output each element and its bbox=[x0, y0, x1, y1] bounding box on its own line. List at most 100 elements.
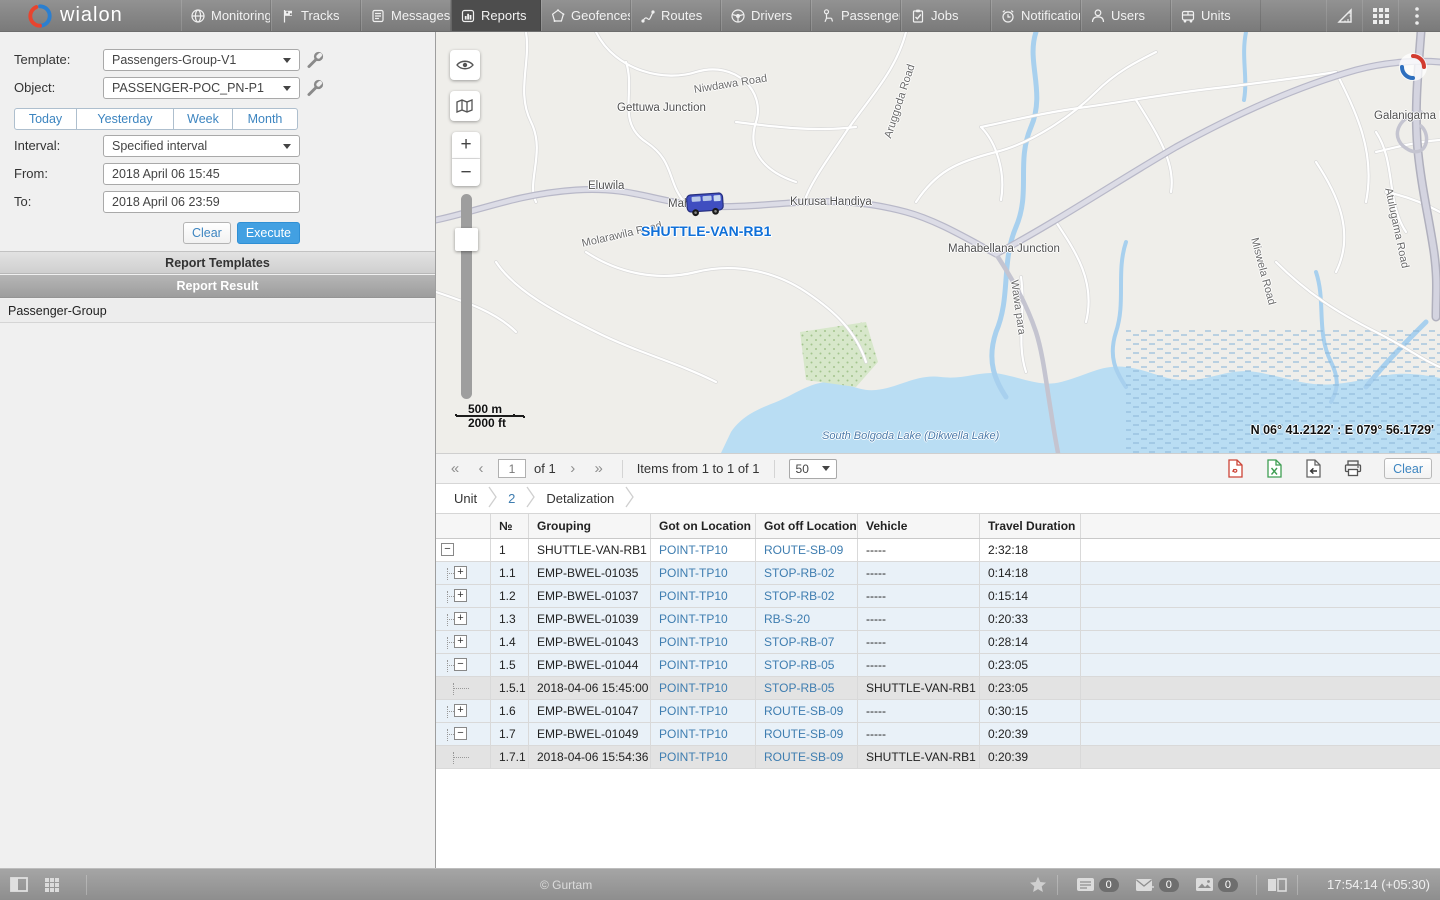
photo-badge: 0 bbox=[1218, 878, 1238, 892]
week-button[interactable]: Week bbox=[173, 108, 233, 130]
import-file-icon[interactable] bbox=[1305, 459, 1322, 478]
tab-geofences[interactable]: Geofences bbox=[541, 0, 631, 31]
expand-icon[interactable]: + bbox=[454, 612, 467, 625]
wialon-logo: wialon bbox=[0, 0, 181, 31]
expand-cell: − bbox=[436, 654, 491, 676]
measure-tool-icon[interactable] bbox=[1326, 0, 1362, 32]
apps-grid-icon[interactable] bbox=[1362, 0, 1398, 32]
columns-view-icon[interactable] bbox=[1267, 878, 1287, 892]
got-off-location-cell: STOP-RB-07 bbox=[756, 631, 858, 653]
breadcrumb-detalization[interactable]: Detalization bbox=[542, 491, 618, 506]
divider bbox=[1297, 875, 1298, 895]
notes-counter[interactable]: 0 bbox=[1076, 877, 1119, 892]
zoom-out-button[interactable]: − bbox=[452, 159, 480, 186]
to-date-input[interactable]: 2018 April 06 23:59 bbox=[103, 191, 300, 213]
clear-button[interactable]: Clear bbox=[183, 222, 231, 244]
collapse-icon[interactable]: − bbox=[454, 658, 467, 671]
month-button[interactable]: Month bbox=[232, 108, 298, 130]
toggle-panel-icon[interactable] bbox=[10, 877, 28, 892]
photo-counter[interactable]: 0 bbox=[1195, 877, 1238, 892]
chevron-down-icon bbox=[283, 144, 291, 149]
first-page-button[interactable]: « bbox=[446, 460, 464, 477]
grouping-cell: EMP-BWEL-01047 bbox=[529, 700, 651, 722]
map-layers-icon bbox=[456, 99, 474, 113]
mail-counter[interactable]: 0 bbox=[1135, 878, 1179, 892]
yesterday-button[interactable]: Yesterday bbox=[76, 108, 174, 130]
grouping-cell: EMP-BWEL-01035 bbox=[529, 562, 651, 584]
breadcrumb-2[interactable]: 2 bbox=[504, 491, 519, 506]
grouping-cell: SHUTTLE-VAN-RB1 bbox=[529, 539, 651, 561]
next-page-button[interactable]: › bbox=[564, 460, 582, 477]
travel-duration-cell: 0:20:33 bbox=[980, 608, 1081, 630]
expand-icon[interactable]: + bbox=[454, 704, 467, 717]
interval-select[interactable]: Specified interval bbox=[103, 135, 300, 157]
tab-monitoring[interactable]: Monitoring bbox=[181, 0, 271, 31]
export-pdf-icon[interactable] bbox=[1227, 459, 1244, 478]
expand-icon[interactable]: + bbox=[454, 589, 467, 602]
map-source-button[interactable] bbox=[450, 91, 480, 121]
map-area[interactable]: Gettuwa JunctionNiwdawa RoadAruggoda Roa… bbox=[436, 32, 1440, 453]
bottom-grid-icon[interactable] bbox=[44, 877, 60, 893]
tab-units[interactable]: Units bbox=[1171, 0, 1261, 31]
collapse-icon[interactable]: − bbox=[441, 543, 454, 556]
tab-passengers[interactable]: Passengers bbox=[811, 0, 901, 31]
report-result-item[interactable]: Passenger-Group bbox=[0, 299, 435, 323]
prev-page-button[interactable]: ‹ bbox=[472, 460, 490, 477]
report-templates-header[interactable]: Report Templates bbox=[0, 251, 435, 274]
grouping-cell: EMP-BWEL-01037 bbox=[529, 585, 651, 607]
expand-cell: + bbox=[436, 631, 491, 653]
report-result-header[interactable]: Report Result bbox=[0, 275, 435, 298]
tab-notifications[interactable]: Notifications bbox=[991, 0, 1081, 31]
zoom-slider-track[interactable] bbox=[461, 194, 472, 399]
last-page-button[interactable]: » bbox=[590, 460, 608, 477]
print-icon[interactable] bbox=[1344, 460, 1362, 477]
column-header-got-off-location: Got off Location bbox=[756, 514, 858, 538]
execute-button[interactable]: Execute bbox=[237, 222, 300, 244]
tab-drivers[interactable]: Drivers bbox=[721, 0, 811, 31]
tab-jobs[interactable]: Jobs bbox=[901, 0, 991, 31]
clock-label: 17:54:14 (+05:30) bbox=[1318, 877, 1430, 892]
page-number-input[interactable] bbox=[498, 459, 526, 478]
got-on-location-cell: POINT-TP10 bbox=[651, 654, 756, 676]
export-excel-icon[interactable] bbox=[1266, 459, 1283, 478]
tab-reports[interactable]: Reports bbox=[451, 0, 541, 31]
expand-icon[interactable]: + bbox=[454, 635, 467, 648]
unit-name-label: SHUTTLE-VAN-RB1 bbox=[641, 223, 771, 239]
tree-leaf-icon bbox=[453, 757, 469, 758]
travel-duration-cell: 0:20:39 bbox=[980, 723, 1081, 745]
divider bbox=[86, 875, 87, 895]
zoom-in-button[interactable]: + bbox=[452, 132, 480, 159]
vehicle-cell: ----- bbox=[858, 608, 980, 630]
got-on-location-cell: POINT-TP10 bbox=[651, 677, 756, 699]
template-settings-wrench-icon[interactable] bbox=[306, 51, 324, 69]
num-cell: 1.1 bbox=[491, 562, 529, 584]
clear-report-button[interactable]: Clear bbox=[1384, 458, 1432, 479]
more-menu-icon[interactable] bbox=[1398, 0, 1434, 32]
tab-messages[interactable]: Messages bbox=[361, 0, 451, 31]
tab-routes[interactable]: Routes bbox=[631, 0, 721, 31]
expand-icon[interactable]: + bbox=[454, 566, 467, 579]
today-button[interactable]: Today bbox=[14, 108, 77, 130]
tab-users[interactable]: Users bbox=[1081, 0, 1171, 31]
grouping-cell: EMP-BWEL-01044 bbox=[529, 654, 651, 676]
object-settings-wrench-icon[interactable] bbox=[306, 79, 324, 97]
grouping-cell: 2018-04-06 15:45:00 bbox=[529, 677, 651, 699]
eye-icon bbox=[456, 59, 474, 71]
from-date-input[interactable]: 2018 April 06 15:45 bbox=[103, 163, 300, 185]
zoom-slider-handle[interactable] bbox=[455, 228, 478, 251]
visibility-eye-button[interactable] bbox=[450, 50, 480, 80]
column-header--: № bbox=[491, 514, 529, 538]
logo-text: wialon bbox=[60, 4, 123, 27]
map-label-eluwila: Eluwila bbox=[588, 180, 624, 192]
tab-tracks[interactable]: Tracks bbox=[271, 0, 361, 31]
template-select[interactable]: Passengers-Group-V1 bbox=[103, 49, 300, 71]
collapse-icon[interactable]: − bbox=[454, 727, 467, 740]
chevron-right-icon bbox=[525, 486, 536, 511]
page-size-select[interactable]: 50 bbox=[789, 459, 837, 479]
map-coordinates: N 06° 41.2122' : E 079° 56.1729' bbox=[1251, 423, 1434, 437]
favorites-star-icon[interactable] bbox=[1029, 876, 1047, 893]
breadcrumb-unit[interactable]: Unit bbox=[450, 491, 481, 506]
got-off-location-cell: ROUTE-SB-09 bbox=[756, 700, 858, 722]
object-select[interactable]: PASSENGER-POC_PN-P1 bbox=[103, 77, 300, 99]
tracked-van-icon[interactable] bbox=[683, 189, 727, 220]
